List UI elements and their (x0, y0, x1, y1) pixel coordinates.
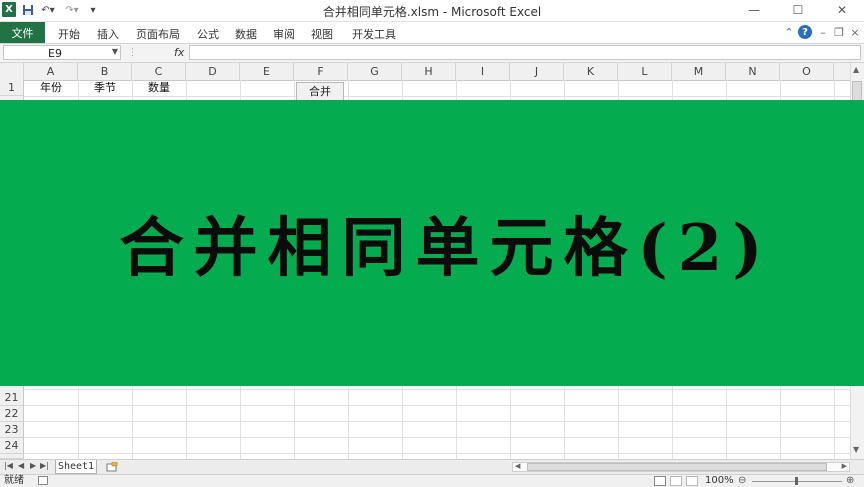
tab-review[interactable]: 审阅 (273, 26, 295, 42)
cell-b1[interactable]: 季节 (78, 80, 132, 96)
sheet-tab-sheet1[interactable]: Sheet1 (55, 460, 97, 474)
status-ready: 就绪 (4, 475, 24, 486)
column-header[interactable]: H (402, 63, 456, 80)
row-header[interactable]: 21 (0, 390, 24, 406)
first-sheet-icon[interactable]: |◀ (4, 461, 13, 470)
minimize-icon[interactable]: — (732, 0, 776, 20)
tab-insert[interactable]: 插入 (97, 26, 119, 42)
column-header[interactable]: C (132, 63, 186, 80)
cell-c1[interactable]: 数量 (132, 80, 186, 96)
ribbon-tabs: 文件 开始 插入 页面布局 公式 数据 审阅 视图 开发工具 ⌃ ? – ❐ × (0, 22, 864, 44)
title-bar: X ↶▾ ↷▾ ▾ 合并相同单元格.xlsm - Microsoft Excel… (0, 0, 864, 22)
tab-developer[interactable]: 开发工具 (352, 26, 396, 42)
minimize-ribbon-icon[interactable]: ⌃ (782, 25, 796, 39)
tab-view[interactable]: 视图 (311, 26, 333, 42)
column-header[interactable]: O (780, 63, 834, 80)
scroll-right-icon[interactable]: ▶ (842, 462, 847, 470)
sheet-tab-bar: |◀ ◀ ▶ ▶| Sheet1 ◀ ▶ (0, 459, 864, 475)
merge-button[interactable]: 合并 (296, 82, 344, 102)
insert-sheet-icon[interactable] (105, 461, 119, 473)
scroll-down-icon[interactable]: ▼ (853, 445, 859, 454)
formula-input[interactable] (189, 45, 861, 60)
scroll-left-icon[interactable]: ◀ (515, 462, 520, 470)
macro-record-icon[interactable] (38, 476, 48, 485)
gridline (24, 96, 850, 97)
gridline (24, 453, 850, 454)
gridline (24, 437, 850, 438)
row-header[interactable]: 24 (0, 438, 24, 454)
window-minimize-icon[interactable]: – (816, 25, 830, 39)
cell-a1[interactable]: 年份 (24, 80, 78, 96)
maximize-icon[interactable]: ☐ (776, 0, 820, 20)
column-header[interactable]: A (24, 63, 78, 80)
zoom-slider-thumb[interactable] (795, 477, 798, 485)
zoom-in-icon[interactable]: ⊕ (846, 475, 854, 487)
insert-function-icon[interactable]: fx (174, 46, 184, 59)
title-banner: 合并相同单元格(2) (0, 100, 864, 386)
horizontal-scroll-thumb[interactable] (527, 463, 827, 471)
horizontal-scrollbar[interactable]: ◀ ▶ (512, 462, 850, 472)
column-header[interactable]: E (240, 63, 294, 80)
window-restore-icon[interactable]: ❐ (832, 25, 846, 39)
tab-home[interactable]: 开始 (58, 26, 80, 42)
column-header[interactable]: I (456, 63, 510, 80)
column-header[interactable]: G (348, 63, 402, 80)
zoom-out-icon[interactable]: ⊖ (738, 475, 746, 487)
tab-data[interactable]: 数据 (235, 26, 257, 42)
last-sheet-icon[interactable]: ▶| (40, 461, 49, 470)
column-header[interactable]: K (564, 63, 618, 80)
banner-title: 合并相同单元格(2) (119, 211, 773, 286)
name-box[interactable]: E9 ▼ (3, 45, 121, 60)
gridline (24, 421, 850, 422)
tab-page-layout[interactable]: 页面布局 (136, 26, 180, 42)
column-header[interactable]: J (510, 63, 564, 80)
next-sheet-icon[interactable]: ▶ (30, 461, 36, 470)
close-icon[interactable]: ✕ (820, 0, 864, 20)
help-icon[interactable]: ? (798, 25, 812, 39)
row-header[interactable]: 1 (0, 80, 24, 96)
status-bar: 就绪 100% ⊖ ⊕ (0, 474, 864, 487)
vertical-scroll-thumb[interactable] (852, 81, 862, 101)
window-close-icon[interactable]: × (848, 25, 862, 39)
normal-view-icon[interactable] (654, 476, 666, 486)
column-header[interactable]: F (294, 63, 348, 80)
column-header[interactable]: M (672, 63, 726, 80)
column-header[interactable]: N (726, 63, 780, 80)
scroll-up-icon[interactable]: ▲ (853, 65, 859, 74)
zoom-level[interactable]: 100% (705, 475, 734, 487)
column-header[interactable]: L (618, 63, 672, 80)
formula-bar-splitter[interactable]: ⋮ (128, 48, 137, 58)
prev-sheet-icon[interactable]: ◀ (18, 461, 24, 470)
tab-file[interactable]: 文件 (0, 22, 45, 43)
column-header[interactable]: B (78, 63, 132, 80)
gridline (24, 405, 850, 406)
gridline (24, 389, 850, 390)
select-all-corner[interactable] (0, 63, 24, 80)
column-header[interactable]: D (186, 63, 240, 80)
tab-formulas[interactable]: 公式 (197, 26, 219, 42)
formula-bar: E9 ▼ ⋮ fx (0, 44, 864, 63)
page-break-view-icon[interactable] (686, 476, 698, 486)
row-header[interactable]: 22 (0, 406, 24, 422)
page-layout-view-icon[interactable] (670, 476, 682, 486)
chevron-down-icon[interactable]: ▼ (112, 47, 118, 56)
name-box-value: E9 (48, 47, 62, 60)
column-headers: A B C D E F G H I J K L M N O (0, 63, 850, 81)
row-header[interactable]: 23 (0, 422, 24, 438)
